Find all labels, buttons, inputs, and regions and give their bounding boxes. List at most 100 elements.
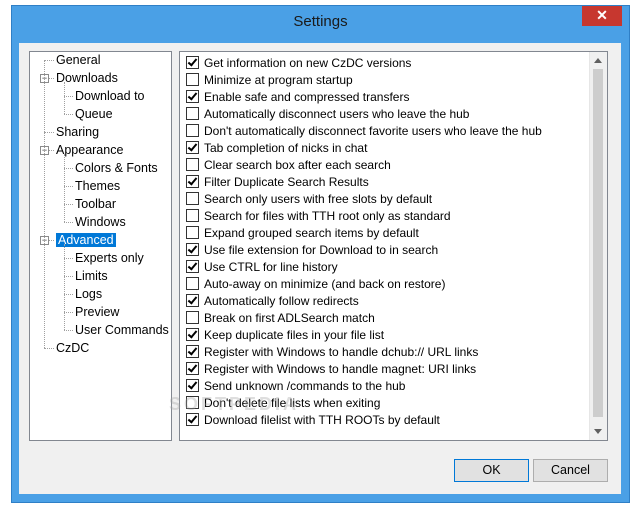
tree-guide-line — [64, 154, 65, 222]
tree-item-themes[interactable]: Themes — [75, 178, 120, 194]
tree-item-label: Logs — [75, 287, 103, 301]
option-label: Keep duplicate files in your file list — [204, 328, 385, 342]
checkbox[interactable] — [186, 73, 199, 86]
option-row[interactable]: Send unknown /commands to the hub — [186, 378, 405, 395]
tree-connector — [64, 186, 73, 187]
option-label: Tab completion of nicks in chat — [204, 141, 368, 155]
option-label: Enable safe and compressed transfers — [204, 90, 410, 104]
option-label: Download filelist with TTH ROOTs by defa… — [204, 413, 440, 427]
vertical-scrollbar[interactable] — [589, 52, 607, 440]
tree-item-label: Windows — [75, 215, 126, 229]
tree-item-label: Limits — [75, 269, 108, 283]
option-row[interactable]: Search only users with free slots by def… — [186, 191, 432, 208]
tree-item-label: Sharing — [56, 125, 100, 139]
option-row[interactable]: Keep duplicate files in your file list — [186, 327, 384, 344]
tree-item-user-commands[interactable]: User Commands — [75, 322, 169, 338]
option-row[interactable]: Minimize at program startup — [186, 72, 353, 89]
checkbox[interactable] — [186, 328, 199, 341]
option-row[interactable]: Auto-away on minimize (and back on resto… — [186, 276, 445, 293]
tree-item-label: Queue — [75, 107, 113, 121]
tree-item-windows[interactable]: Windows — [75, 214, 126, 230]
option-row[interactable]: Use CTRL for line history — [186, 259, 338, 276]
tree-item-label: Themes — [75, 179, 121, 193]
checkbox[interactable] — [186, 226, 199, 239]
option-label: Filter Duplicate Search Results — [204, 175, 369, 189]
cancel-button[interactable]: Cancel — [533, 459, 608, 482]
dialog-client: General Downloads − Download to Queue Sharing… — [19, 43, 621, 494]
option-label: Break on first ADLSearch match — [204, 311, 375, 325]
settings-window: Settings ✕ General Downloads − Download to Q… — [11, 5, 630, 503]
option-row[interactable]: Use file extension for Download to in se… — [186, 242, 438, 259]
checkbox[interactable] — [186, 260, 199, 273]
tree-item-toolbar[interactable]: Toolbar — [75, 196, 116, 212]
checkbox[interactable] — [186, 141, 199, 154]
checkbox[interactable] — [186, 379, 199, 392]
tree-connector — [64, 276, 73, 277]
tree-guide-line — [64, 244, 65, 330]
tree-item-appearance[interactable]: Appearance — [56, 142, 123, 158]
ok-button[interactable]: OK — [454, 459, 529, 482]
checkbox[interactable] — [186, 158, 199, 171]
close-icon[interactable]: ✕ — [582, 6, 622, 26]
option-row[interactable]: Don't automatically disconnect favorite … — [186, 123, 542, 140]
checkbox[interactable] — [186, 192, 199, 205]
tree-item-logs[interactable]: Logs — [75, 286, 102, 302]
tree-item-queue[interactable]: Queue — [75, 106, 113, 122]
option-label: Send unknown /commands to the hub — [204, 379, 406, 393]
tree-connector — [44, 60, 54, 61]
tree-connector — [64, 312, 73, 313]
tree-connector — [64, 294, 73, 295]
tree-item-czdc[interactable]: CzDC — [56, 340, 89, 356]
checkbox[interactable] — [186, 362, 199, 375]
checkbox[interactable] — [186, 90, 199, 103]
checkbox[interactable] — [186, 277, 199, 290]
option-row[interactable]: Filter Duplicate Search Results — [186, 174, 369, 191]
checkbox[interactable] — [186, 294, 199, 307]
checkbox[interactable] — [186, 311, 199, 324]
tree-item-download-to[interactable]: Download to — [75, 88, 145, 104]
option-label: Don't automatically disconnect favorite … — [204, 124, 542, 138]
tree-connector — [64, 222, 73, 223]
scroll-thumb[interactable] — [593, 69, 603, 417]
checkbox[interactable] — [186, 209, 199, 222]
option-label: Automatically disconnect users who leave… — [204, 107, 470, 121]
tree-item-sharing[interactable]: Sharing — [56, 124, 99, 140]
softpedia-watermark: SOFTPEDIA — [169, 394, 300, 414]
tree-item-label: User Commands — [75, 323, 169, 337]
option-label: Register with Windows to handle dchub://… — [204, 345, 479, 359]
option-label: Clear search box after each search — [204, 158, 391, 172]
tree-item-downloads[interactable]: Downloads — [56, 70, 118, 86]
option-row[interactable]: Expand grouped search items by default — [186, 225, 419, 242]
option-label: Search only users with free slots by def… — [204, 192, 433, 206]
scroll-up-icon[interactable] — [594, 58, 602, 63]
checkbox[interactable] — [186, 175, 199, 188]
option-row[interactable]: Tab completion of nicks in chat — [186, 140, 367, 157]
option-row[interactable]: Get information on new CzDC versions — [186, 55, 411, 72]
option-row[interactable]: Search for files with TTH root only as s… — [186, 208, 451, 225]
tree-item-general[interactable]: General — [56, 52, 100, 68]
option-label: Use CTRL for line history — [204, 260, 338, 274]
option-label: Use file extension for Download to in se… — [204, 243, 439, 257]
title-bar[interactable]: Settings ✕ — [12, 6, 629, 36]
checkbox[interactable] — [186, 243, 199, 256]
tree-item-experts-only[interactable]: Experts only — [75, 250, 144, 266]
scroll-down-icon[interactable] — [594, 429, 602, 434]
option-row[interactable]: Automatically disconnect users who leave… — [186, 106, 469, 123]
checkbox[interactable] — [186, 107, 199, 120]
option-row[interactable]: Automatically follow redirects — [186, 293, 359, 310]
tree-item-preview[interactable]: Preview — [75, 304, 119, 320]
option-row[interactable]: Register with Windows to handle magnet: … — [186, 361, 476, 378]
option-row[interactable]: Break on first ADLSearch match — [186, 310, 375, 327]
option-label: Search for files with TTH root only as s… — [204, 209, 451, 223]
tree-item-limits[interactable]: Limits — [75, 268, 108, 284]
tree-connector — [64, 168, 73, 169]
option-row[interactable]: Enable safe and compressed transfers — [186, 89, 409, 106]
checkbox[interactable] — [186, 345, 199, 358]
option-row[interactable]: Register with Windows to handle dchub://… — [186, 344, 478, 361]
checkbox[interactable] — [186, 56, 199, 69]
option-label: Expand grouped search items by default — [204, 226, 419, 240]
option-row[interactable]: Clear search box after each search — [186, 157, 391, 174]
tree-connector — [44, 348, 54, 349]
tree-item-colors-fonts[interactable]: Colors & Fonts — [75, 160, 158, 176]
checkbox[interactable] — [186, 124, 199, 137]
